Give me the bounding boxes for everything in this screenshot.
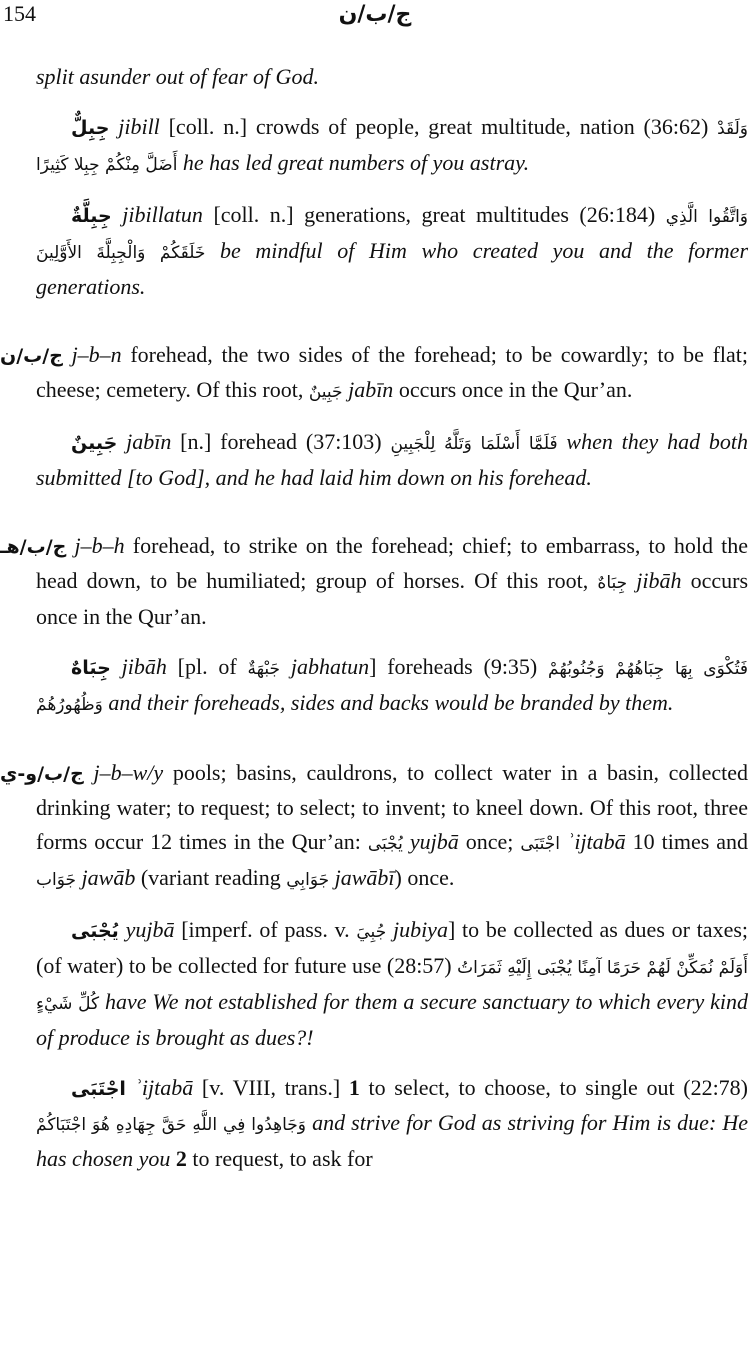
verb-transliteration: jubiya (392, 917, 448, 942)
entry-jibah: جِبَاهٌ jibāh [pl. of جَبْهَةٌ jabhatun]… (0, 650, 750, 722)
entry-continuation: split asunder out of fear of God. (0, 60, 750, 94)
sense-number-1: 1 (348, 1075, 360, 1100)
form-transliteration: jabīn (348, 377, 394, 402)
page-content: split asunder out of fear of God. جِبِلٌ… (0, 60, 750, 1176)
headword: جِبَاهٌ (71, 657, 111, 679)
transliteration: jibāh (121, 654, 167, 679)
transliteration: ʾijtabā (134, 1075, 194, 1100)
continuation-gloss: split asunder out of fear of God. (36, 64, 319, 89)
definition-text: [v. VIII, trans.] (193, 1075, 349, 1100)
definition-text: [coll. n.] generations, great multitudes… (202, 202, 666, 227)
arabic-form-jawab: جَوَاب (36, 870, 77, 890)
sense-1-text: to select, to choose, to single out (22:… (359, 1075, 749, 1100)
transliteration-jawabi: jawābī (334, 865, 395, 890)
plural-transliteration: jabhatun (290, 654, 370, 679)
form-transliteration: jibāh (636, 568, 682, 593)
entry-yujba: يُجْبَى yujbā [imperf. of pass. v. جُبِي… (0, 913, 750, 1055)
entry-jabin: جَبِينٌ jabīn [n.] forehead (37:103) فَل… (0, 425, 750, 495)
quote-translation: and their foreheads, sides and backs wou… (108, 690, 674, 715)
sense-number-2: 2 (175, 1146, 187, 1171)
definition-text: [pl. of (166, 654, 248, 679)
root-transliteration: j–b–w/y (93, 760, 164, 785)
transliteration: jibillatun (122, 202, 203, 227)
transliteration-jawab: jawāb (81, 865, 136, 890)
headword: يُجْبَى (71, 920, 119, 942)
headword: جِبِلَّةٌ (71, 205, 112, 227)
headword: اجْتَبَى (71, 1078, 126, 1100)
root-transliteration: j–b–h (74, 533, 125, 558)
dictionary-page: 154 ج/ب/ن split asunder out of fear of G… (0, 0, 750, 1347)
root-j-b-n: ج/ب/ن j–b–n forehead, the two sides of t… (0, 338, 750, 409)
entry-jibillatun: جِبِلَّةٌ jibillatun [coll. n.] generati… (0, 198, 750, 304)
transliteration-ijtaba: ʾijtabā (567, 829, 626, 854)
definition-text: [imperf. of pass. v. (174, 917, 357, 942)
definition-text: [coll. n.] crowds of people, great multi… (159, 114, 718, 139)
quran-quote: وَجَاهِدُوا فِي اللَّهِ حَقَّ جِهَادِهِ … (36, 1115, 307, 1135)
transliteration: jibill (118, 114, 160, 139)
sense-2-text: to request, to ask for (186, 1146, 373, 1171)
occurrence-note: occurs once in the Qur’an. (393, 377, 633, 402)
transliteration-yujba: yujbā (409, 829, 459, 854)
entry-ijtaba: اجْتَبَى ʾijtabā [v. VIII, trans.] 1 to … (0, 1071, 750, 1176)
quote-translation: have We not established for them a secur… (36, 989, 749, 1050)
transliteration: yujbā (125, 917, 175, 942)
root-j-b-w-y: ج/ب/و-ي j–b–w/y pools; basins, cauldrons… (0, 760, 749, 890)
root-heading: ج/ب/هـ (0, 536, 67, 558)
definition-text-2: ] foreheads (9:35) (369, 654, 549, 679)
definition-text: [n.] forehead (37:103) (171, 429, 391, 454)
arabic-form: جَبِينٌ (308, 382, 343, 402)
headword: جَبِينٌ (71, 432, 118, 454)
quran-quote: فَلَمَّا أَسْلَمَا وَتَلَّهُ لِلْجَبِينِ (390, 434, 558, 454)
arabic-verb: جُبِيَ (356, 922, 387, 942)
entry-jibill: جِبِلٌّ jibill [coll. n.] crowds of peop… (0, 110, 750, 182)
arabic-form-yujba: يُجْبَى (367, 834, 403, 854)
arabic-plural-of: جَبْهَةٌ (247, 659, 281, 679)
transliteration: jabīn (126, 429, 172, 454)
root-heading: ج/ب/و-ي (0, 763, 84, 785)
root-transliteration: j–b–n (71, 342, 122, 367)
headword: جِبِلٌّ (71, 117, 110, 139)
arabic-form-jawabi: جَوَابِي (286, 870, 330, 890)
arabic-form-ijtaba: اجْتَبَى (520, 834, 561, 854)
root-heading: ج/ب/ن (0, 345, 63, 367)
running-head: ج/ب/ن (338, 2, 412, 27)
arabic-form: جِبَاهٌ (597, 573, 628, 593)
quote-translation: he has led great numbers of you astray. (182, 150, 530, 175)
root-j-b-h: ج/ب/هـ j–b–h forehead, to strike on the … (0, 529, 750, 634)
